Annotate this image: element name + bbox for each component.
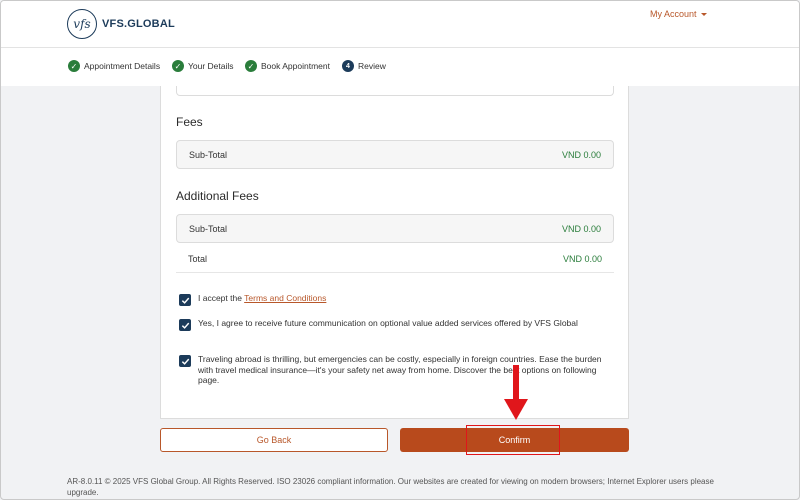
browser-frame: vfs VFS.GLOBAL My Account ✓ Appointment … (0, 0, 800, 500)
checkmark-icon (181, 322, 189, 329)
fees-subtotal-value: VND 0.00 (561, 150, 601, 160)
previous-section-box (176, 86, 614, 96)
total-label: Total (188, 254, 208, 264)
checkmark-icon (181, 297, 189, 304)
chevron-down-icon (700, 12, 707, 16)
step-label: Your Details (188, 61, 234, 71)
go-back-button[interactable]: Go Back (160, 428, 388, 452)
vfs-logo-mark: vfs (67, 9, 97, 39)
step-appointment-details: ✓ Appointment Details (68, 60, 160, 72)
my-account-menu[interactable]: My Account (650, 9, 707, 19)
step-label: Book Appointment (261, 61, 330, 71)
terms-link[interactable]: Terms and Conditions (244, 293, 326, 303)
fees-title: Fees (176, 115, 203, 129)
additional-fees-title: Additional Fees (176, 189, 259, 203)
additional-subtotal-label: Sub-Total (189, 224, 228, 234)
step-book-appointment: ✓ Book Appointment (245, 60, 330, 72)
step-number-badge: 4 (342, 60, 354, 72)
communication-checkbox[interactable] (179, 319, 191, 331)
insurance-text: Traveling abroad is thrilling, but emerg… (198, 354, 602, 385)
check-circle-icon: ✓ (245, 60, 257, 72)
annotation-highlight-box (466, 425, 560, 455)
footer-text: AR-8.0.11 © 2025 VFS Global Group. All R… (67, 477, 714, 497)
step-your-details: ✓ Your Details (172, 60, 234, 72)
site-header: vfs VFS.GLOBAL My Account (1, 1, 799, 48)
checkmark-icon (181, 358, 189, 365)
insurance-consent-row: Traveling abroad is thrilling, but emerg… (179, 354, 609, 386)
total-value: VND 0.00 (562, 254, 602, 264)
insurance-checkbox[interactable] (179, 355, 191, 367)
terms-consent-row: I accept the Terms and Conditions (179, 293, 326, 306)
review-card: Fees Sub-Total VND 0.00 Additional Fees … (160, 86, 629, 419)
step-label: Appointment Details (84, 61, 161, 71)
additional-fees-subtotal-row: Sub-Total VND 0.00 (176, 214, 614, 243)
step-review: 4 Review (342, 60, 386, 72)
communication-consent-row: Yes, I agree to receive future communica… (179, 318, 609, 331)
total-row: Total VND 0.00 (176, 247, 614, 273)
additional-subtotal-value: VND 0.00 (561, 224, 601, 234)
step-label: Review (358, 61, 386, 71)
progress-stepper: ✓ Appointment Details ✓ Your Details ✓ B… (1, 48, 799, 86)
check-circle-icon: ✓ (172, 60, 184, 72)
my-account-label: My Account (650, 9, 697, 19)
terms-prefix: I accept the (198, 293, 245, 303)
annotation-arrow-icon (504, 365, 528, 420)
terms-text: I accept the Terms and Conditions (198, 293, 326, 304)
fees-subtotal-row: Sub-Total VND 0.00 (176, 140, 614, 169)
fees-subtotal-label: Sub-Total (189, 150, 228, 160)
terms-checkbox[interactable] (179, 294, 191, 306)
communication-text: Yes, I agree to receive future communica… (198, 318, 578, 328)
vfs-logo[interactable]: vfs VFS.GLOBAL (67, 9, 175, 39)
vfs-logo-text: VFS.GLOBAL (102, 18, 175, 30)
check-circle-icon: ✓ (68, 60, 80, 72)
